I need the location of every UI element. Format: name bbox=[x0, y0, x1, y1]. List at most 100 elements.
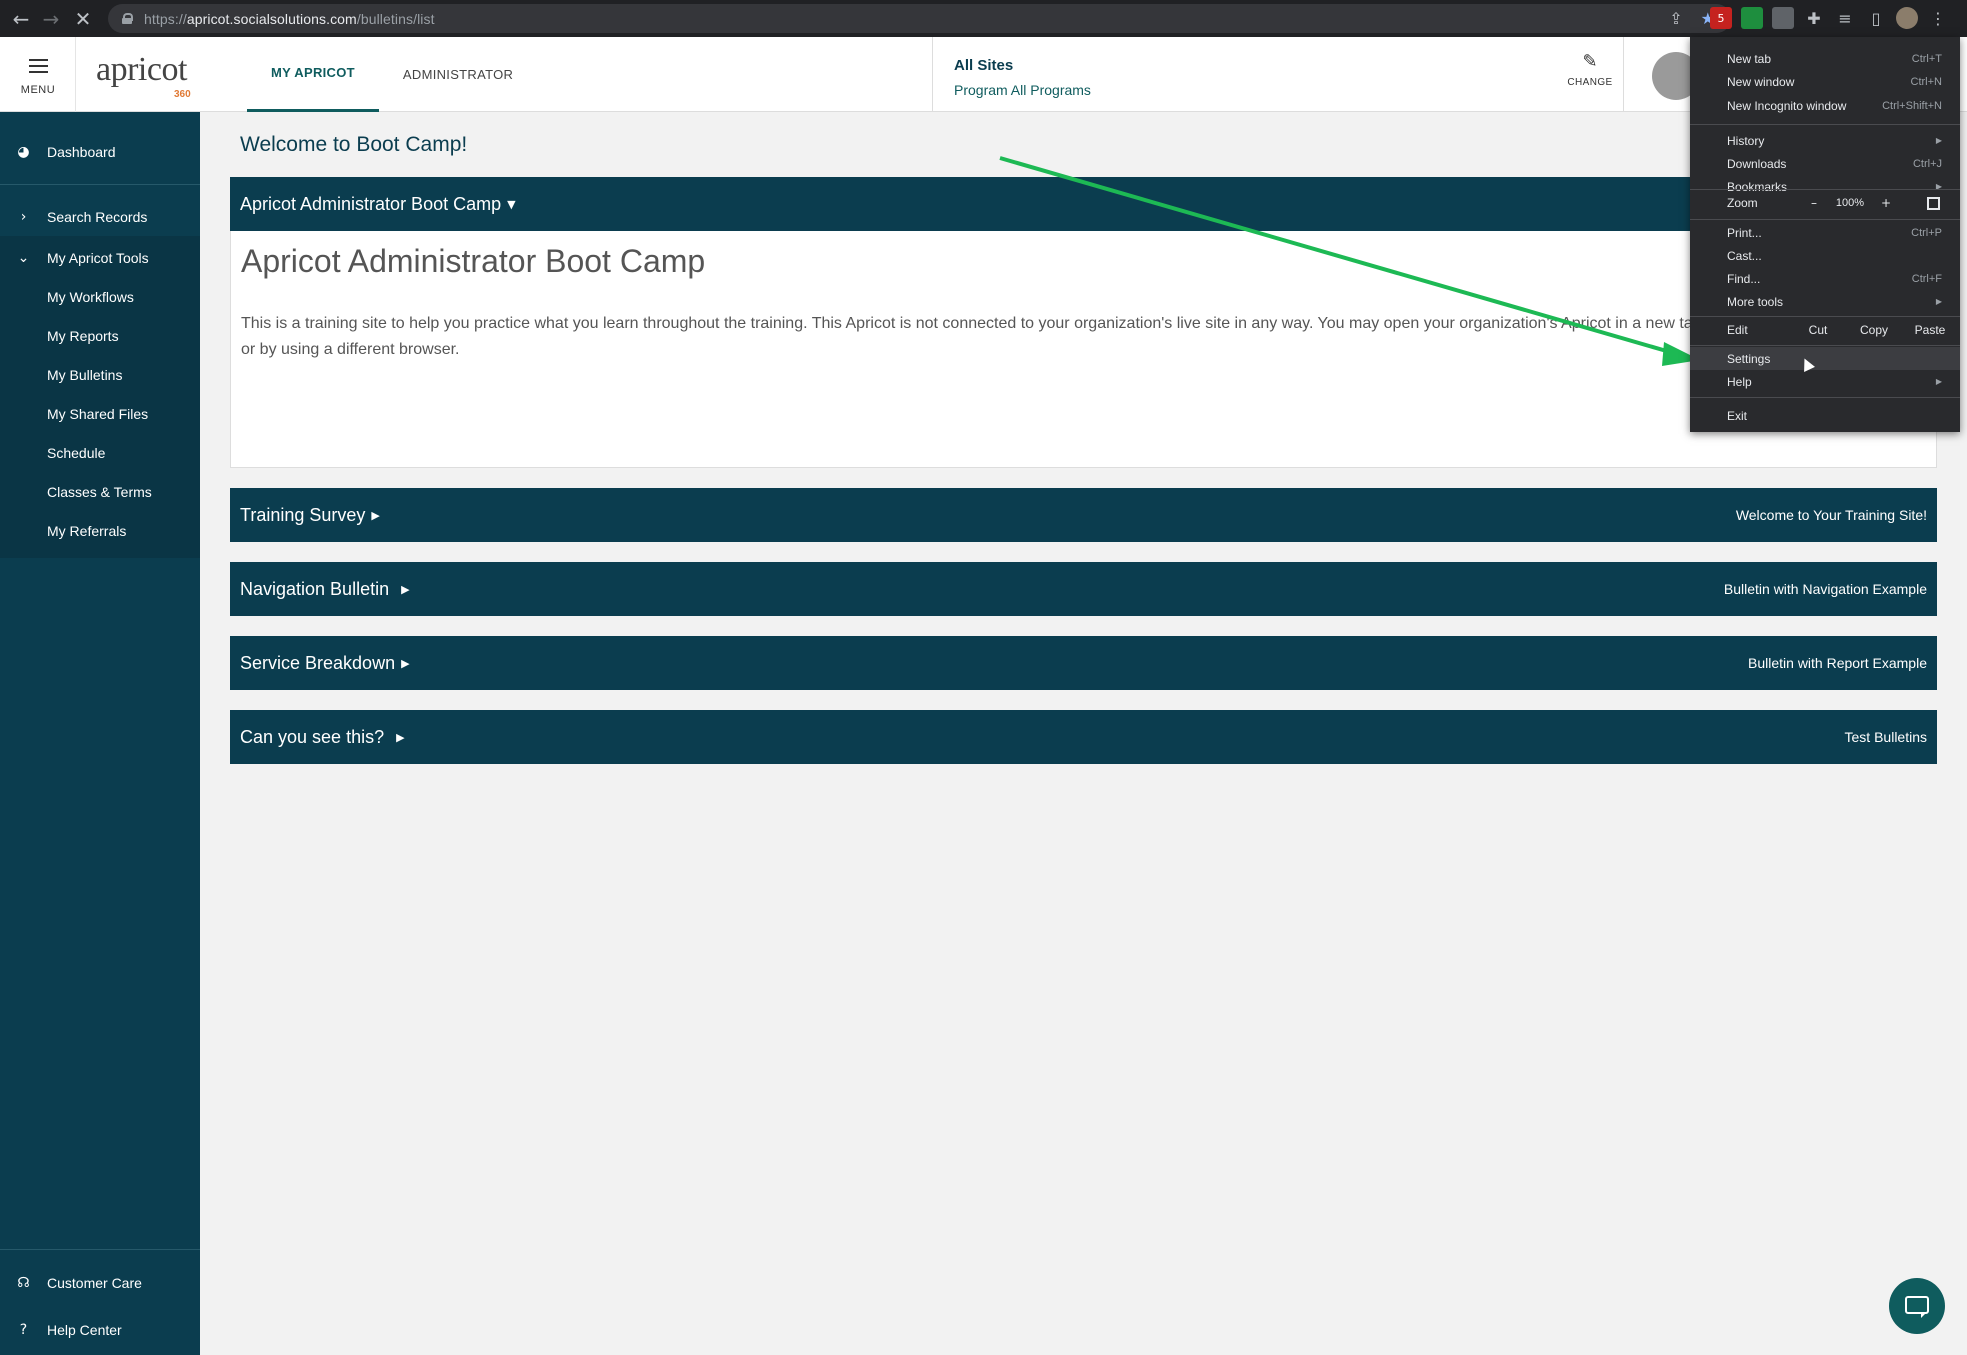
address-bar[interactable]: https://apricot.socialsolutions.com/bull… bbox=[108, 4, 1731, 33]
menu-separator bbox=[1690, 345, 1960, 346]
menu-item-downloads[interactable]: Downloads Ctrl+J bbox=[1690, 152, 1960, 175]
menu-edit-row: Edit Cut Copy Paste bbox=[1690, 317, 1960, 343]
tab-administrator[interactable]: ADMINISTRATOR bbox=[379, 37, 537, 112]
extension-icon[interactable] bbox=[1772, 7, 1794, 29]
bulletin-header-service-breakdown[interactable]: Service Breakdown ▶ Bulletin with Report… bbox=[230, 636, 1937, 690]
sidebar-item-label: My Bulletins bbox=[47, 367, 123, 383]
bulletin-header-navigation[interactable]: Navigation Bulletin ▶ Bulletin with Navi… bbox=[230, 562, 1937, 616]
menu-item-print[interactable]: Print... Ctrl+P bbox=[1690, 221, 1960, 244]
page-title: Welcome to Boot Camp! bbox=[240, 133, 468, 156]
extensions-area: 5 ✚ ≡ ▯ ⋮ bbox=[1710, 7, 1949, 29]
bulletin-category: Test Bulletins bbox=[1844, 729, 1927, 745]
menu-item-history[interactable]: History ▶ bbox=[1690, 129, 1960, 152]
menu-item-exit[interactable]: Exit bbox=[1690, 404, 1960, 427]
back-icon[interactable]: ← bbox=[6, 7, 36, 31]
chat-icon bbox=[1905, 1296, 1929, 1318]
fullscreen-icon[interactable] bbox=[1927, 196, 1940, 210]
bulletin-header-boot-camp[interactable]: Apricot Administrator Boot Camp ▼ bbox=[230, 177, 1937, 231]
caret-down-icon: ▼ bbox=[507, 197, 516, 211]
zoom-in-button[interactable]: + bbox=[1872, 196, 1900, 210]
sidebar-item-label: My Referrals bbox=[47, 523, 127, 539]
sidebar-item-label: Schedule bbox=[47, 445, 106, 461]
menu-label: MENU bbox=[20, 84, 56, 96]
lock-icon[interactable] bbox=[122, 13, 133, 24]
side-panel-icon[interactable]: ▯ bbox=[1865, 7, 1887, 29]
bulletin-body: Apricot Administrator Boot Camp This is … bbox=[230, 231, 1937, 468]
sidebar-item-label: My Apricot Tools bbox=[47, 250, 149, 266]
bulletin-title: Can you see this? bbox=[240, 726, 385, 747]
extension-icon[interactable] bbox=[1741, 7, 1763, 29]
caret-right-icon: ▶ bbox=[401, 582, 410, 596]
apricot-logo[interactable]: apricot 360 bbox=[96, 51, 191, 100]
menu-item-settings[interactable]: Settings bbox=[1690, 347, 1960, 370]
app-header: MENU apricot 360 MY APRICOT ADMINISTRATO… bbox=[0, 37, 1967, 112]
menu-zoom-row: Zoom – 100% + bbox=[1690, 190, 1960, 216]
menu-item-new-window[interactable]: New window Ctrl+N bbox=[1690, 70, 1960, 93]
menu-item-more-tools[interactable]: More tools ▶ bbox=[1690, 290, 1960, 313]
sidebar-item-my-referrals[interactable]: My Referrals bbox=[0, 513, 200, 549]
bulletin-header-training-survey[interactable]: Training Survey ▶ Welcome to Your Traini… bbox=[230, 488, 1937, 542]
sidebar-item-label: Customer Care bbox=[47, 1275, 142, 1291]
change-button[interactable]: ✎ CHANGE bbox=[1560, 51, 1620, 90]
sidebar-item-customer-care[interactable]: ☊ Customer Care bbox=[0, 1265, 200, 1301]
sidebar-item-help-center[interactable]: ? Help Center bbox=[0, 1312, 200, 1348]
sidebar-item-my-workflows[interactable]: My Workflows bbox=[0, 279, 200, 315]
menu-item-cast[interactable]: Cast... bbox=[1690, 244, 1960, 267]
paste-button[interactable]: Paste bbox=[1902, 323, 1958, 337]
tab-my-apricot[interactable]: MY APRICOT bbox=[247, 37, 379, 112]
sidebar-divider bbox=[0, 184, 200, 185]
sidebar-item-schedule[interactable]: Schedule bbox=[0, 435, 200, 471]
sidebar-item-my-reports[interactable]: My Reports bbox=[0, 318, 200, 354]
bulletin-category: Bulletin with Report Example bbox=[1748, 655, 1927, 671]
sidebar-item-dashboard[interactable]: ◕ Dashboard bbox=[0, 134, 200, 170]
menu-button[interactable]: MENU bbox=[0, 37, 76, 112]
sidebar-item-label: My Workflows bbox=[47, 289, 134, 305]
zoom-label: Zoom bbox=[1727, 196, 1758, 210]
submenu-arrow-icon: ▶ bbox=[1935, 377, 1942, 386]
reading-list-icon[interactable]: ≡ bbox=[1834, 7, 1856, 29]
menu-item-new-tab[interactable]: New tab Ctrl+T bbox=[1690, 47, 1960, 70]
zoom-out-button[interactable]: – bbox=[1800, 196, 1828, 210]
forward-icon[interactable]: → bbox=[36, 7, 66, 31]
puzzle-extensions-icon[interactable]: ✚ bbox=[1803, 7, 1825, 29]
sidebar-item-label: My Reports bbox=[47, 328, 119, 344]
sidebar-item-classes-terms[interactable]: Classes & Terms bbox=[0, 474, 200, 510]
sidebar-item-my-apricot-tools[interactable]: ⌄ My Apricot Tools bbox=[0, 240, 200, 276]
caret-right-icon: ▶ bbox=[401, 656, 410, 670]
menu-item-help[interactable]: Help ▶ bbox=[1690, 370, 1960, 393]
sites-label: All Sites bbox=[954, 57, 1014, 74]
profile-avatar[interactable] bbox=[1896, 7, 1918, 29]
hamburger-icon bbox=[29, 59, 48, 77]
bulletin-category: Bulletin with Navigation Example bbox=[1723, 581, 1927, 597]
submenu-arrow-icon: ▶ bbox=[1935, 136, 1942, 145]
top-tabs: MY APRICOT ADMINISTRATOR bbox=[247, 37, 537, 112]
caret-right-icon: ▶ bbox=[396, 730, 405, 744]
change-label: CHANGE bbox=[1567, 77, 1613, 88]
logo-number: 360 bbox=[174, 89, 191, 100]
menu-item-find[interactable]: Find... Ctrl+F bbox=[1690, 267, 1960, 290]
sidebar-item-my-bulletins[interactable]: My Bulletins bbox=[0, 357, 200, 393]
menu-separator bbox=[1690, 219, 1960, 220]
zoom-value: 100% bbox=[1835, 197, 1865, 209]
sidebar-item-label: Search Records bbox=[47, 209, 148, 225]
sidebar-item-search-records[interactable]: › Search Records bbox=[0, 199, 200, 235]
menu-item-new-incognito[interactable]: New Incognito window Ctrl+Shift+N bbox=[1690, 94, 1960, 117]
kebab-menu-icon[interactable]: ⋮ bbox=[1927, 7, 1949, 29]
extension-icon[interactable]: 5 bbox=[1710, 7, 1732, 29]
help-icon: ? bbox=[19, 1322, 28, 1338]
cut-button[interactable]: Cut bbox=[1790, 323, 1846, 337]
sidebar-divider bbox=[0, 1249, 200, 1250]
copy-button[interactable]: Copy bbox=[1846, 323, 1902, 337]
bulletin-title: Navigation Bulletin bbox=[240, 578, 390, 599]
chrome-main-menu: New tab Ctrl+T New window Ctrl+N New Incog… bbox=[1690, 37, 1960, 432]
headset-icon: ☊ bbox=[17, 1275, 30, 1291]
dashboard-icon: ◕ bbox=[17, 144, 30, 160]
bulletin-title: Training Survey bbox=[240, 504, 366, 525]
stop-loading-icon[interactable]: ✕ bbox=[66, 7, 100, 31]
share-icon[interactable]: ⇪ bbox=[1669, 9, 1682, 28]
sidebar-item-label: Help Center bbox=[47, 1322, 122, 1338]
bulletin-header-can-you-see-this[interactable]: Can you see this? ▶ Test Bulletins bbox=[230, 710, 1937, 764]
sidebar-item-label: My Shared Files bbox=[47, 406, 149, 422]
chat-button[interactable] bbox=[1889, 1278, 1945, 1334]
sidebar-item-my-shared-files[interactable]: My Shared Files bbox=[0, 396, 200, 432]
